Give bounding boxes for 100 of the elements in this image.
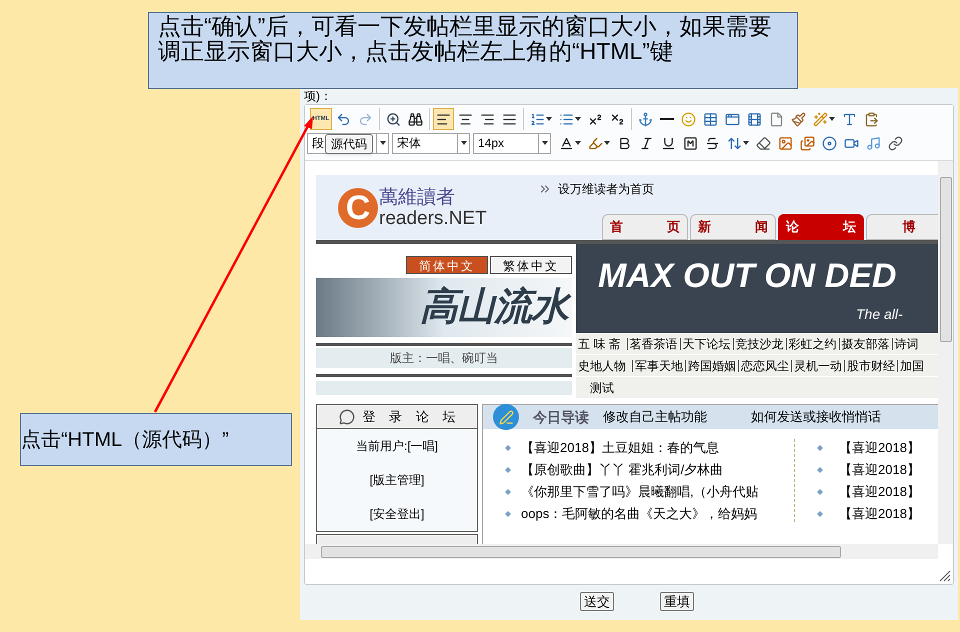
chat-bubble-icon [338, 408, 355, 424]
music-icon [866, 136, 881, 150]
pencil-icon [498, 410, 514, 424]
horizontal-rule-icon [660, 118, 674, 120]
link-icon [888, 136, 903, 150]
strikethrough-icon [705, 136, 720, 150]
forum-link[interactable]: 跨国婚姻 [688, 356, 736, 374]
nav-tab[interactable]: 博 [866, 214, 938, 240]
instruction-label: 点击“HTML（源代码）” [20, 413, 292, 466]
forum-link[interactable]: 竞技沙龙 [736, 334, 784, 352]
align-justify-icon [502, 112, 517, 126]
dropdown-select[interactable]: 14px [473, 132, 551, 154]
boxed-letter-icon [683, 136, 698, 150]
caret-icon [604, 141, 610, 145]
nav-tab[interactable]: 首 页 [602, 214, 688, 240]
forum-link[interactable]: 天下论坛 [682, 334, 731, 352]
moderators-text: 版主：一唱、碗叮当 [316, 348, 572, 368]
logo-mark: C [338, 188, 378, 228]
today-link[interactable]: 修改自己主帖功能 [603, 407, 707, 427]
binoculars-icon [408, 112, 423, 126]
images-icon [800, 136, 815, 150]
caret-icon [380, 141, 386, 145]
diamond-bullet-icon [505, 510, 511, 516]
nav-tab[interactable]: 论 坛 [778, 214, 864, 240]
headline-link[interactable]: 【喜迎2018】 [839, 460, 920, 480]
redo-icon [358, 112, 373, 126]
language-button[interactable]: 简体中文 [406, 256, 488, 274]
align-right-icon [480, 112, 495, 126]
form-button[interactable]: 送交 [580, 592, 614, 611]
caret-icon [575, 141, 581, 145]
diamond-bullet-icon [505, 488, 511, 494]
headline-link[interactable]: 【喜迎2018】 [839, 482, 920, 502]
caret-icon [546, 117, 552, 121]
today-link[interactable]: 如何发送或接收悄悄话 [751, 407, 881, 427]
bullet-list-icon [559, 112, 574, 126]
logo-chinese-text: 萬維讀者 [379, 186, 456, 208]
logo-english-text: readers.NET [379, 208, 487, 230]
forum-link[interactable]: 恋恋风尘 [741, 356, 789, 374]
forum-link[interactable]: 摄友部落 [842, 334, 890, 352]
diamond-bullet-icon [817, 488, 823, 494]
headline-link[interactable]: 【喜迎2018】 [839, 438, 920, 458]
caret-icon [460, 141, 466, 145]
caret-icon [829, 117, 835, 121]
forum-link[interactable]: 加国 [900, 356, 924, 374]
undo-icon [336, 112, 351, 126]
forum-link[interactable]: 灵机一动 [794, 356, 842, 374]
tooltip: 源代码 [325, 134, 373, 154]
flash-icon [822, 136, 837, 150]
resize-grip-icon[interactable] [939, 570, 951, 582]
headline-link[interactable]: oops：毛阿敏的名曲《天之大》，给妈妈 [521, 504, 758, 524]
forum-link[interactable]: 股市财经 [847, 356, 895, 374]
forum-link[interactable]: 彩虹之约 [788, 334, 837, 352]
underline-icon [661, 136, 676, 150]
film-icon [747, 112, 762, 126]
align-left-icon [436, 112, 451, 126]
italic-icon [639, 136, 654, 150]
diamond-bullet-icon [817, 510, 823, 516]
current-user-text: 当前用户:[一唱] [354, 438, 439, 455]
headline-link[interactable]: 【喜迎2018】土豆姐姐：春的气息 [521, 438, 719, 458]
home-link[interactable]: 设万维读者为首页 [558, 180, 654, 198]
align-center-icon [458, 112, 473, 126]
forum-link[interactable]: 测试 [578, 378, 614, 396]
waterfall-banner: 高山流水 [316, 278, 572, 337]
text-box-icon [842, 112, 857, 126]
forum-link[interactable]: 茗香茶语 [630, 334, 678, 352]
highlighter-icon [588, 136, 603, 150]
table-icon [703, 112, 718, 126]
diamond-bullet-icon [817, 444, 823, 450]
language-button[interactable]: 繁体中文 [490, 256, 572, 274]
zoom-icon [386, 112, 401, 126]
vertical-scrollbar[interactable] [938, 161, 953, 544]
login-link[interactable]: [版主管理] [370, 471, 424, 489]
advertisement-banner: MAX OUT ON DED The all- [576, 244, 938, 333]
font-color-icon [559, 136, 574, 150]
paste-icon [864, 112, 879, 126]
headline-link[interactable]: 【喜迎2018】 [839, 504, 920, 524]
anchor-icon [638, 112, 653, 126]
today-title: 今日导读 [533, 408, 589, 426]
forum-link[interactable]: 军事天地 [635, 356, 683, 374]
forum-link[interactable]: 史地人物 [578, 356, 626, 374]
bold-icon [617, 136, 632, 150]
forum-link[interactable]: 五 味 斋 [578, 334, 621, 352]
numbered-list-icon [530, 112, 545, 126]
callout-box: 点击“确认”后，可看一下发帖栏里显示的窗口大小，如果需要调正显示窗口大小，点击发帖栏左上角的“HTML”键 [148, 12, 798, 89]
headline-link[interactable]: 【原创歌曲】丫丫 霍兆利词/夕林曲 [521, 460, 724, 480]
align-left-button[interactable] [433, 108, 454, 130]
nav-tab[interactable]: 新 闻 [690, 214, 776, 240]
field-label: 项)： [303, 88, 333, 104]
page-icon [769, 112, 784, 126]
dropdown-select[interactable]: 宋体 [392, 132, 470, 154]
diamond-bullet-icon [505, 444, 511, 450]
horizontal-scrollbar[interactable] [305, 544, 938, 559]
login-link[interactable]: [安全登出] [370, 505, 424, 523]
superscript-icon [588, 112, 603, 126]
headline-link[interactable]: 《你那里下雪了吗》晨曦翻唱,（小舟代贴 [521, 482, 759, 502]
form-button[interactable]: 重填 [660, 592, 694, 611]
diamond-bullet-icon [505, 466, 511, 472]
caret-icon [542, 141, 548, 145]
forum-link[interactable]: 诗词 [894, 334, 919, 352]
diamond-bullet-icon [817, 466, 823, 472]
